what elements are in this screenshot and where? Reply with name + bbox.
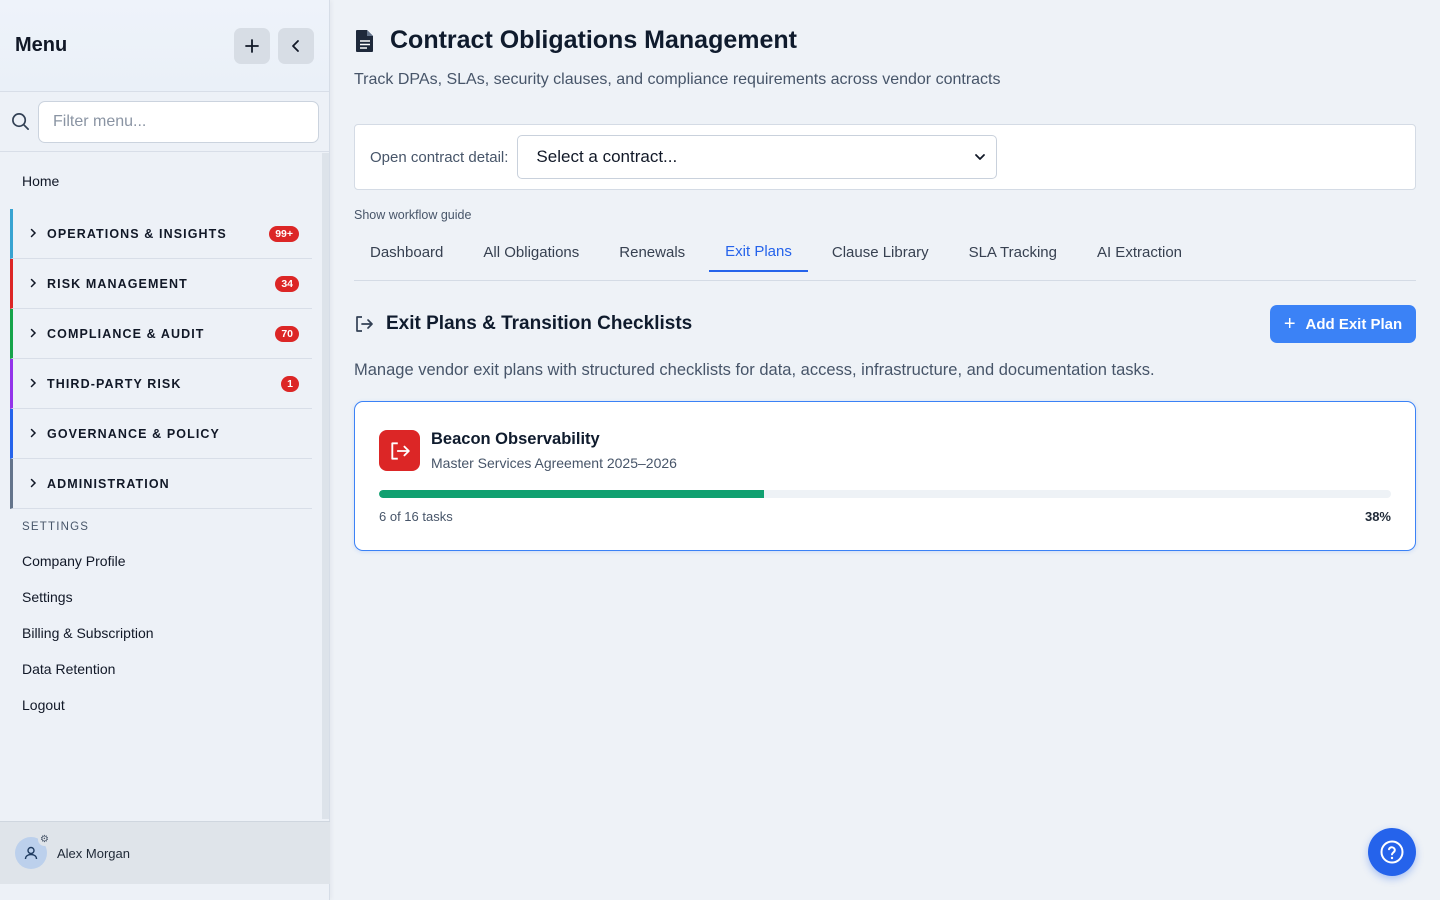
contract-picker: Open contract detail: Select a contract.… xyxy=(354,124,1416,190)
count-badge: 70 xyxy=(275,325,299,342)
vendor-name: Beacon Observability xyxy=(431,430,600,448)
sidebar-group-label: GOVERNANCE & POLICY xyxy=(47,426,220,441)
sidebar-item-billing[interactable]: Billing & Subscription xyxy=(0,615,322,651)
plus-icon: + xyxy=(1283,312,1296,335)
sidebar: Menu Home OPERATIONS & INSIGHTS 99+ RISK… xyxy=(0,0,330,900)
chevron-down-icon xyxy=(975,154,986,160)
avatar: ⚙ xyxy=(15,833,51,869)
chevron-right-icon xyxy=(29,277,47,291)
contract-select-value: Select a contract... xyxy=(536,147,678,166)
page-header: Contract Obligations Management xyxy=(354,26,797,55)
sidebar-item-logout[interactable]: Logout xyxy=(0,687,322,723)
contract-select[interactable]: Select a contract... xyxy=(517,135,998,179)
progress-fill xyxy=(379,490,764,498)
sidebar-item-settings[interactable]: Settings xyxy=(0,579,322,615)
contract-name: Master Services Agreement 2025–2026 xyxy=(431,455,677,471)
sidebar-group-label: ADMINISTRATION xyxy=(47,476,170,491)
contract-picker-label: Open contract detail: xyxy=(370,148,509,166)
workflow-guide-toggle[interactable]: Show workflow guide xyxy=(354,208,471,222)
chevron-right-icon xyxy=(29,477,47,491)
sidebar-group-label: RISK MANAGEMENT xyxy=(47,276,188,291)
tab-ai-extraction[interactable]: AI Extraction xyxy=(1081,232,1198,272)
chevron-right-icon xyxy=(29,377,47,391)
count-badge: 99+ xyxy=(269,225,299,242)
add-exit-plan-label: Add Exit Plan xyxy=(1305,315,1403,333)
exit-plan-card[interactable]: Beacon Observability Master Services Agr… xyxy=(354,401,1416,551)
section-description: Manage vendor exit plans with structured… xyxy=(354,361,1155,379)
collapse-sidebar-button[interactable] xyxy=(278,27,314,64)
tab-bar: Dashboard All Obligations Renewals Exit … xyxy=(354,232,1416,281)
chevron-right-icon xyxy=(29,327,47,341)
gear-icon: ⚙ xyxy=(38,833,51,846)
sidebar-group-governance-policy[interactable]: GOVERNANCE & POLICY xyxy=(10,409,312,459)
count-badge: 1 xyxy=(281,375,299,392)
sidebar-group-administration[interactable]: ADMINISTRATION xyxy=(10,459,312,509)
sidebar-scrollbar[interactable] xyxy=(322,153,329,819)
sidebar-group-label: OPERATIONS & INSIGHTS xyxy=(47,226,227,241)
page-title: Contract Obligations Management xyxy=(390,26,797,54)
user-profile[interactable]: ⚙ Alex Morgan xyxy=(0,821,330,884)
section-title: Exit Plans & Transition Checklists xyxy=(386,313,693,334)
sidebar-item-company-profile[interactable]: Company Profile xyxy=(0,543,322,579)
sidebar-group-label: THIRD-PARTY RISK xyxy=(47,376,182,391)
sidebar-item-home[interactable]: Home xyxy=(0,153,322,209)
sidebar-title: Menu xyxy=(15,34,68,56)
sidebar-group-compliance-audit[interactable]: COMPLIANCE & AUDIT 70 xyxy=(10,309,312,359)
add-exit-plan-button[interactable]: + Add Exit Plan xyxy=(1270,305,1416,343)
add-menu-button[interactable] xyxy=(234,27,270,64)
count-badge: 34 xyxy=(275,275,299,292)
search-icon xyxy=(10,112,30,132)
exit-plan-icon xyxy=(379,430,420,471)
chevron-right-icon xyxy=(29,427,47,441)
progress-percent: 38% xyxy=(1364,509,1391,524)
sidebar-group-operations-insights[interactable]: OPERATIONS & INSIGHTS 99+ xyxy=(10,209,312,259)
settings-heading: SETTINGS xyxy=(22,521,90,533)
progress-bar xyxy=(379,490,1391,498)
chevron-left-icon xyxy=(292,39,299,52)
tab-exit-plans[interactable]: Exit Plans xyxy=(709,232,808,272)
user-name: Alex Morgan xyxy=(57,845,130,861)
section-header: Exit Plans & Transition Checklists + Add… xyxy=(354,305,1416,343)
help-button[interactable] xyxy=(1368,828,1416,876)
sidebar-search xyxy=(0,92,329,152)
tab-renewals[interactable]: Renewals xyxy=(603,232,701,272)
tab-clause-library[interactable]: Clause Library xyxy=(816,232,945,272)
chevron-right-icon xyxy=(29,227,47,241)
sidebar-group-risk-management[interactable]: RISK MANAGEMENT 34 xyxy=(10,259,312,309)
tab-all-obligations[interactable]: All Obligations xyxy=(467,232,595,272)
filter-menu-input[interactable] xyxy=(38,100,319,143)
document-icon xyxy=(356,29,373,52)
user-icon xyxy=(24,846,38,860)
tab-dashboard[interactable]: Dashboard xyxy=(354,232,459,272)
sidebar-nav: Home OPERATIONS & INSIGHTS 99+ RISK MANA… xyxy=(0,153,322,821)
help-icon xyxy=(1380,840,1404,864)
plus-icon xyxy=(245,38,259,53)
sidebar-group-third-party-risk[interactable]: THIRD-PARTY RISK 1 xyxy=(10,359,312,409)
tab-sla-tracking[interactable]: SLA Tracking xyxy=(953,232,1073,272)
page-subtitle: Track DPAs, SLAs, security clauses, and … xyxy=(354,71,1001,88)
exit-icon xyxy=(356,316,373,332)
task-count: 6 of 16 tasks xyxy=(379,509,453,524)
sidebar-header: Menu xyxy=(0,0,329,92)
sidebar-group-label: COMPLIANCE & AUDIT xyxy=(47,326,205,341)
sidebar-item-data-retention[interactable]: Data Retention xyxy=(0,651,322,687)
